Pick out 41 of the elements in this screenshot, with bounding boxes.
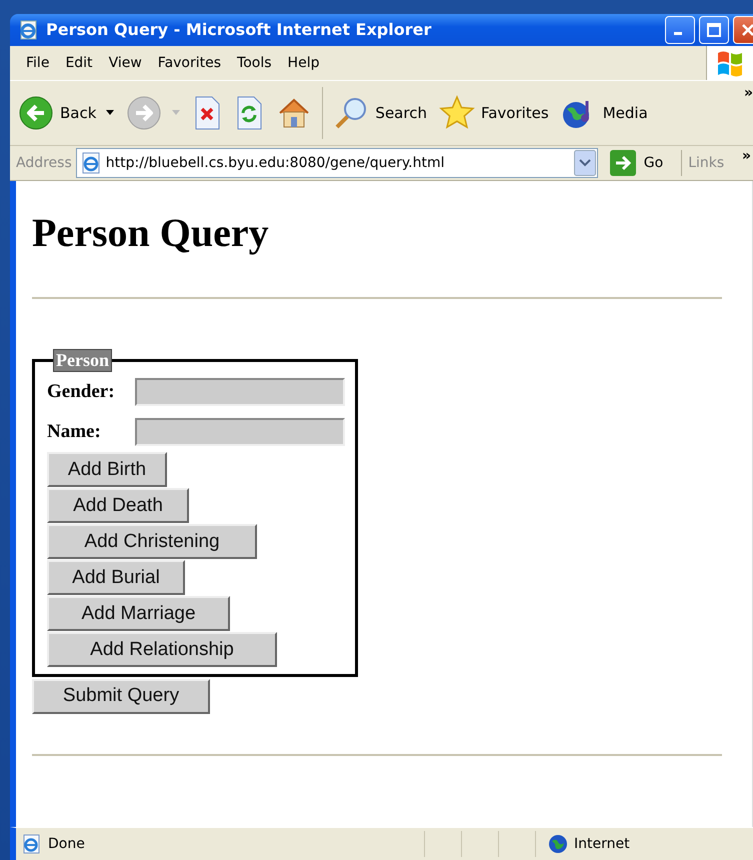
flag-logo-icon: [715, 48, 745, 77]
menu-item[interactable]: View: [100, 52, 150, 73]
field-label: Name:: [47, 420, 102, 443]
address-field[interactable]: http://bluebell.cs.byu.edu:8080/gene/query.html: [76, 148, 598, 178]
add-button[interactable]: Add Relationship: [47, 632, 277, 668]
menu-item[interactable]: Edit: [57, 52, 101, 73]
chevron-icon[interactable]: »: [742, 148, 752, 164]
menu-item[interactable]: Favorites: [150, 52, 230, 73]
toolbar-label[interactable]: Favorites: [480, 104, 549, 122]
globe-icon: [548, 834, 568, 854]
window-title: Person Query - Microsoft Internet Explorer: [46, 20, 432, 40]
status-text: Done: [48, 836, 85, 852]
menu-item[interactable]: Tools: [229, 52, 280, 73]
add-button[interactable]: Add Marriage: [47, 596, 230, 632]
text-field[interactable]: [135, 378, 345, 406]
maximize-button[interactable]: [699, 16, 729, 44]
go-button[interactable]: Go: [602, 150, 672, 176]
address-label: Address: [16, 154, 72, 171]
close-icon: [740, 22, 753, 38]
add-button[interactable]: Add Christening: [47, 524, 257, 560]
add-button[interactable]: Add Birth: [47, 452, 167, 488]
page-heading: Person Query: [32, 208, 270, 257]
add-button[interactable]: Add Burial: [47, 560, 185, 596]
text-field[interactable]: [135, 418, 345, 446]
maximize-icon: [706, 22, 722, 38]
star-icon[interactable]: [438, 94, 475, 131]
dropdown-caret-icon[interactable]: [106, 110, 114, 116]
menu-item[interactable]: File: [18, 52, 58, 73]
menu-item[interactable]: Help: [280, 52, 328, 73]
toolbar-label[interactable]: Back: [60, 104, 96, 122]
field-label: Gender:: [47, 380, 116, 403]
add-button[interactable]: Add Death: [47, 488, 189, 524]
dropdown-icon[interactable]: [574, 150, 596, 176]
toolbar-label[interactable]: Search: [375, 104, 427, 122]
security-zone: Internet: [574, 836, 630, 852]
minimize-button[interactable]: [665, 16, 695, 44]
toolbar-label[interactable]: Media: [602, 104, 648, 122]
chevron-icon[interactable]: »: [744, 84, 753, 101]
minimize-icon: [674, 32, 682, 36]
submit-button[interactable]: Submit Query: [32, 678, 210, 714]
fieldset-legend: Person: [53, 348, 112, 372]
